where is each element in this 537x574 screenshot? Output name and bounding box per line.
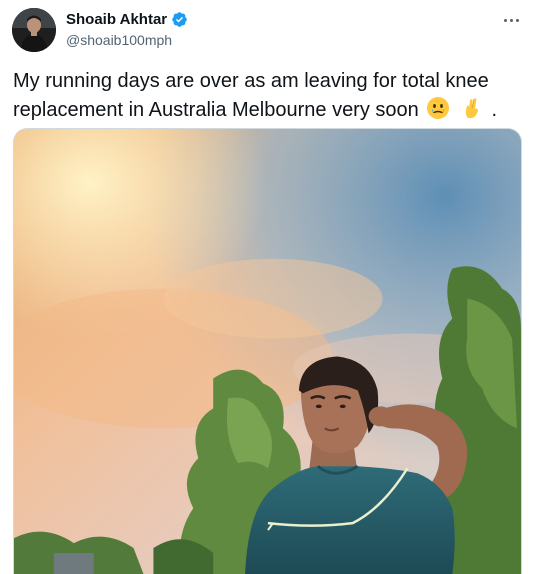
tweet-text: My running days are over as am leaving f… [13, 67, 523, 125]
verified-badge-icon [171, 11, 188, 28]
author-handle[interactable]: @shoaib100mph [66, 32, 172, 48]
tweet-photo[interactable] [13, 128, 522, 574]
tweet-text-main: My running days are over as am leaving f… [13, 70, 489, 121]
author-name-row[interactable]: Shoaib Akhtar [66, 11, 188, 28]
avatar[interactable] [12, 8, 56, 52]
tweet-text-end: . [491, 99, 498, 121]
tweet-card[interactable]: Shoaib Akhtar @shoaib100mph My running d… [0, 0, 537, 574]
crossed-fingers-emoji [460, 96, 484, 120]
more-options-icon[interactable] [499, 10, 523, 30]
photo-image [14, 129, 521, 574]
avatar-image [12, 8, 56, 52]
face-holding-back-tears-emoji [426, 96, 450, 120]
author-display-name[interactable]: Shoaib Akhtar [66, 11, 167, 28]
